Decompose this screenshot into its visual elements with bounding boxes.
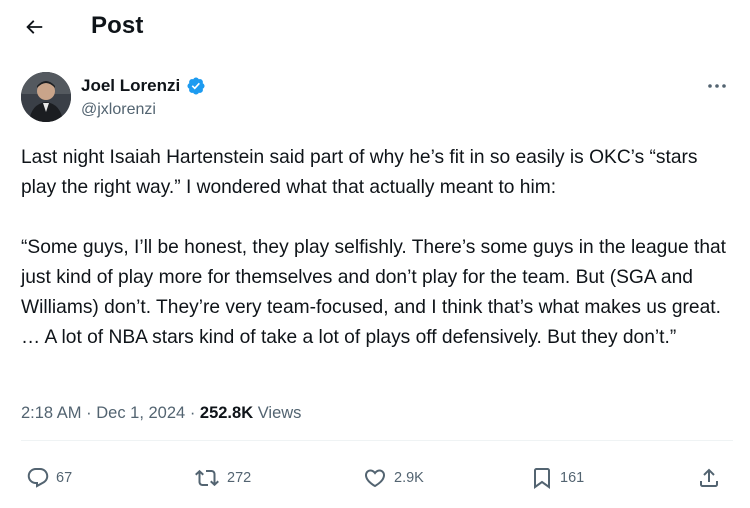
post-header: Post [0, 0, 750, 54]
views-count: 252.8K [199, 404, 254, 422]
post-time[interactable]: 2:18 AM [21, 404, 82, 422]
share-button[interactable] [697, 460, 721, 496]
post-date[interactable]: Dec 1, 2024 [96, 404, 185, 422]
meta-separator: · [86, 404, 92, 422]
more-options-button[interactable] [704, 78, 730, 94]
page-title: Post [91, 12, 144, 39]
like-button[interactable]: 2.9K [362, 460, 424, 496]
reply-button[interactable]: 67 [26, 460, 72, 496]
tweet-paragraph: Last night Isaiah Hartenstein said part … [21, 147, 698, 198]
heart-icon [364, 469, 386, 488]
bookmark-button[interactable]: 161 [530, 460, 584, 496]
back-button[interactable] [18, 11, 50, 43]
action-bar: 67 272 2.9K 161 [0, 460, 750, 496]
tweet-paragraph: “Some guys, I’ll be honest, they play se… [21, 237, 726, 348]
views-label: Views [257, 404, 302, 422]
author-name[interactable]: Joel Lorenzi [81, 76, 206, 96]
bookmark-count: 161 [560, 470, 585, 486]
repost-button[interactable]: 272 [193, 460, 251, 496]
tweet-text: Last night Isaiah Hartenstein said part … [21, 143, 733, 353]
repost-count: 272 [227, 470, 252, 486]
share-icon [700, 468, 718, 487]
repost-icon [195, 469, 219, 487]
verified-badge-icon [187, 77, 205, 95]
tweet-meta: 2:18 AM · Dec 1, 2024 · 252.8K Views [21, 404, 301, 423]
author-name-label: Joel Lorenzi [81, 76, 181, 95]
reply-count: 67 [56, 470, 73, 486]
profile-photo [21, 72, 71, 122]
divider [21, 440, 733, 441]
author-handle[interactable]: @jxlorenzi [81, 101, 156, 119]
arrow-left-icon [26, 20, 43, 34]
meta-separator: · [189, 404, 196, 422]
bookmark-icon [534, 468, 550, 489]
avatar[interactable] [21, 72, 71, 122]
like-count: 2.9K [394, 470, 424, 486]
more-horizontal-icon [708, 84, 726, 88]
reply-icon [27, 468, 49, 488]
